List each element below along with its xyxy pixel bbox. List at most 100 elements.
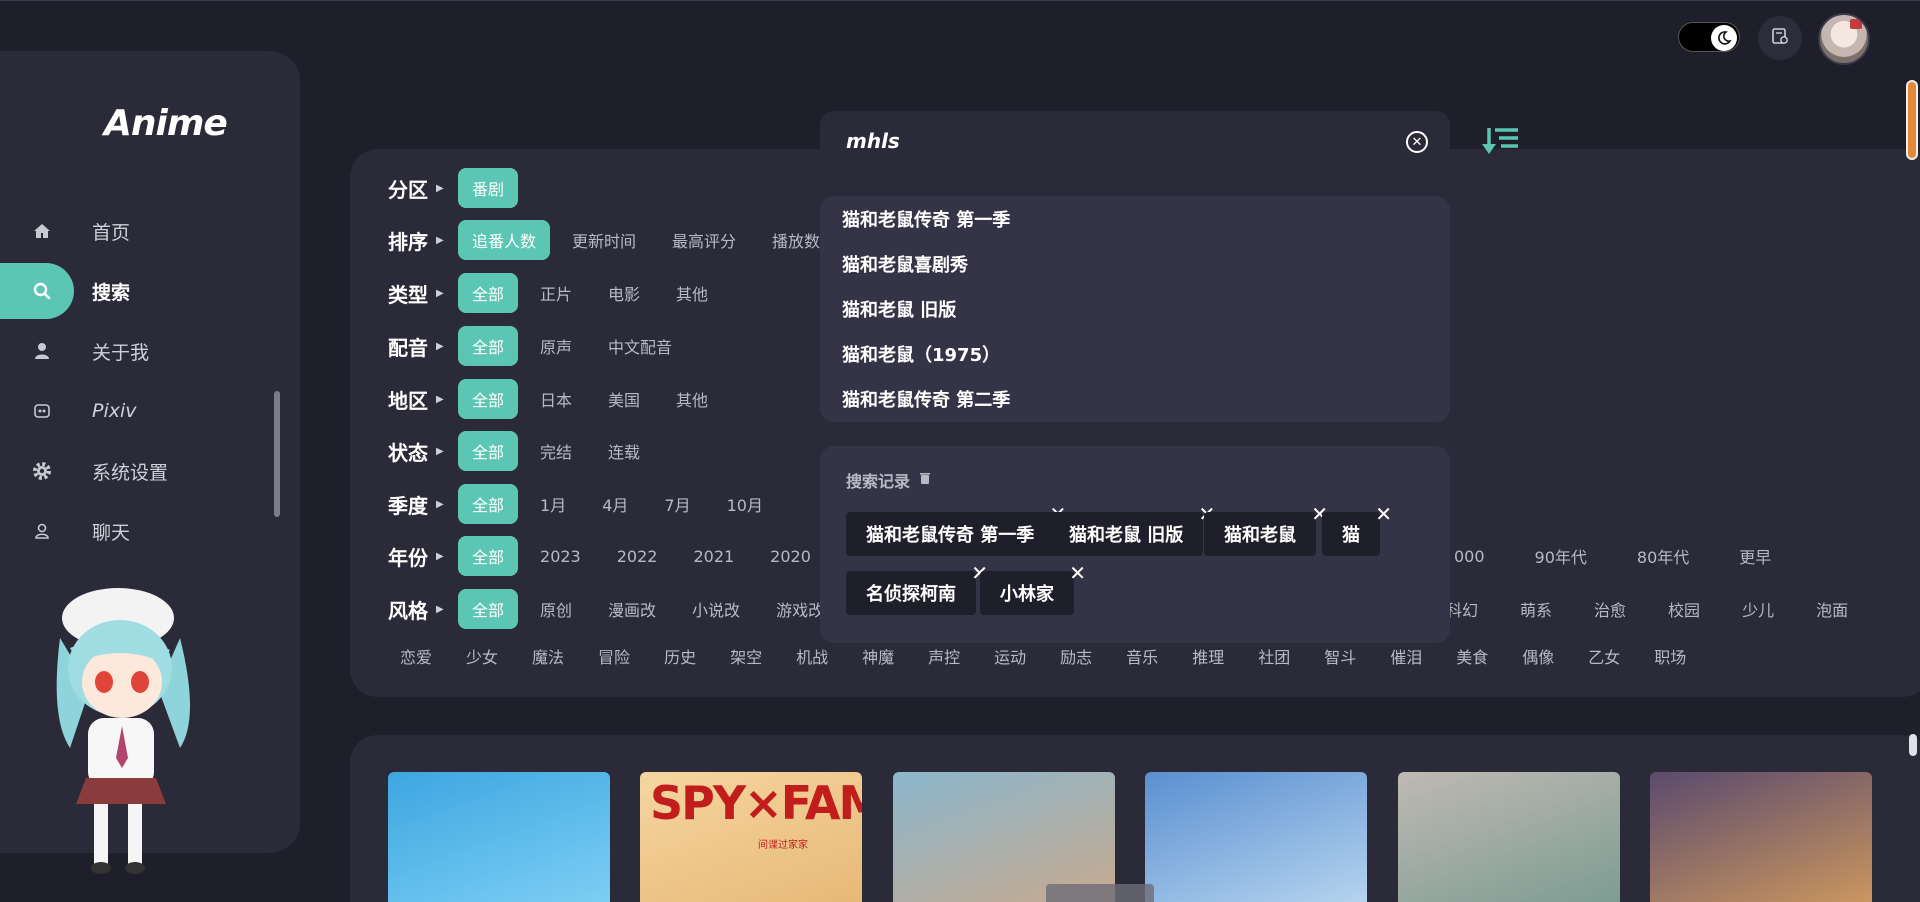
suggestion-item[interactable]: 猫和老鼠传奇 第二季 [842,376,1010,421]
sidebar-item-label: 首页 [92,221,131,244]
filter-option[interactable]: 其他 [662,273,722,313]
sidebar-item-settings[interactable]: 系统设置 [0,443,168,499]
history-tag[interactable]: 猫和老鼠传奇 第一季✕ [846,502,1066,556]
sidebar-item-label: 关于我 [92,341,150,364]
remove-icon[interactable]: ✕ [1069,561,1086,585]
mascot-illustration [56,588,190,874]
filter-option[interactable]: 泡面 [1802,589,1862,629]
filter-option[interactable]: 2023 [526,536,595,576]
filter-option[interactable]: 美国 [594,379,654,419]
history-tag[interactable]: 猫和老鼠 旧版✕ [1049,502,1215,556]
filter-label: 排序 ▶ [388,229,444,254]
sidebar-scrollbar[interactable] [274,391,280,517]
filter-option[interactable]: 追番人数 [458,220,551,260]
filter-option[interactable]: 更早 [1725,536,1785,576]
filter-option[interactable]: 正片 [526,273,586,313]
search-input[interactable] [846,129,1386,153]
filter-option[interactable]: 少儿 [1728,589,1788,629]
filter-row-region: 地区 ▶ 全部 日本 美国 其他 [388,379,730,419]
filter-option[interactable]: 中文配音 [594,326,686,366]
filter-option[interactable]: 历史 [656,636,704,676]
clear-search-icon[interactable]: ✕ [1406,131,1428,153]
filter-row-year-right: 000 90年代 80年代 更早 [1440,536,1793,576]
history-tag[interactable]: 名侦探柯南✕ [846,561,988,615]
filter-option[interactable]: 原声 [526,326,586,366]
filter-option[interactable]: 冒险 [590,636,638,676]
theme-toggle[interactable] [1678,22,1740,52]
sidebar-item-home[interactable]: 首页 [0,203,130,259]
history-tag[interactable]: 猫和老鼠 ✕ [1204,502,1328,556]
anime-card[interactable] [1398,772,1620,902]
filter-option[interactable]: 全部 [458,589,519,629]
sidebar-item-chat[interactable]: 聊天 [0,503,130,559]
anime-card[interactable] [893,772,1115,902]
suggestion-item[interactable]: 猫和老鼠喜剧秀 [842,241,968,286]
filter-option[interactable]: 其他 [662,379,722,419]
card-subtitle: 间谍过家家 [758,840,808,851]
filter-option[interactable]: 2021 [679,536,748,576]
filter-option[interactable]: 偶像 [1514,636,1562,676]
sidebar-item-pixiv[interactable]: Pixiv [0,383,137,439]
filter-option[interactable]: 电影 [594,273,654,313]
filter-option[interactable]: 乙女 [1580,636,1628,676]
filter-option[interactable]: 番剧 [458,168,519,208]
anime-card[interactable]: SPY×FAMILY 间谍过家家 [640,772,862,902]
history-tag[interactable]: 猫 ✕ [1322,502,1392,556]
filter-option[interactable]: 7月 [650,484,704,524]
filter-option[interactable]: 全部 [458,273,519,313]
filter-option[interactable]: 职场 [1646,636,1694,676]
search-suggestions: 猫和老鼠传奇 第一季 猫和老鼠喜剧秀 猫和老鼠 旧版 猫和老鼠（1975） 猫和… [820,196,1450,422]
suggestion-item[interactable]: 猫和老鼠（1975） [842,331,1000,376]
page-scrollbar[interactable] [1906,80,1918,160]
filter-option[interactable]: 全部 [458,536,519,576]
filter-option[interactable]: 治愈 [1580,589,1640,629]
user-icon [30,339,54,363]
filter-option[interactable]: 全部 [458,379,519,419]
filter-option[interactable]: 原创 [526,589,586,629]
filter-option[interactable]: 连载 [594,431,654,471]
filter-option[interactable]: 90年代 [1521,536,1601,576]
filter-option[interactable]: 恋爱 [392,636,440,676]
filter-option[interactable]: 魔法 [524,636,572,676]
filter-option[interactable]: 1月 [526,484,580,524]
sort-toggle-icon[interactable] [1481,124,1519,158]
filter-option[interactable]: 架空 [722,636,770,676]
filter-row-style-right: 科幻 萌系 治愈 校园 少儿 泡面 [1432,589,1870,629]
filter-option[interactable]: 全部 [458,431,519,471]
filter-option[interactable]: 校园 [1654,589,1714,629]
suggestion-item[interactable]: 猫和老鼠 旧版 [842,286,956,331]
filter-option[interactable]: 80年代 [1623,536,1703,576]
filter-option[interactable]: 完结 [526,431,586,471]
filter-option[interactable]: 美食 [1448,636,1496,676]
filter-option[interactable]: 4月 [588,484,642,524]
filter-option[interactable]: 2020 [756,536,825,576]
filter-label: 地区 ▶ [388,388,444,413]
anime-card[interactable] [1650,772,1872,902]
avatar[interactable] [1818,13,1870,65]
history-tag[interactable]: 小林家 ✕ [980,561,1086,615]
filter-option[interactable]: 全部 [458,326,519,366]
filter-option[interactable]: 漫画改 [594,589,670,629]
trash-icon[interactable] [918,471,932,489]
filter-option[interactable]: 10月 [713,484,777,524]
suggestion-item[interactable]: 猫和老鼠传奇 第一季 [842,196,1010,241]
sidebar-item-about[interactable]: 关于我 [0,323,149,379]
filter-option[interactable]: 日本 [526,379,586,419]
sidebar-item-search[interactable]: 搜索 [0,263,130,319]
filter-option[interactable]: 2022 [603,536,672,576]
sidebar-item-label: 搜索 [92,281,131,304]
filter-option[interactable]: 少女 [458,636,506,676]
filter-option[interactable]: 全部 [458,484,519,524]
filter-option[interactable]: 小说改 [678,589,754,629]
anime-card[interactable] [388,772,610,902]
filter-option[interactable]: 萌系 [1506,589,1566,629]
filter-row-style: 风格 ▶ 全部 原创 漫画改 小说改 游戏改 [388,589,846,629]
remove-icon[interactable]: ✕ [1375,502,1392,526]
history-button[interactable] [1758,16,1802,60]
filter-option[interactable]: 更新时间 [558,220,650,260]
anime-card[interactable] [1145,772,1367,902]
content-scrollbar[interactable] [1909,734,1917,756]
top-border [0,0,1920,1]
filter-option[interactable]: 最高评分 [658,220,750,260]
filter-row-year: 年份 ▶ 全部 2023 2022 2021 2020 [388,536,833,576]
